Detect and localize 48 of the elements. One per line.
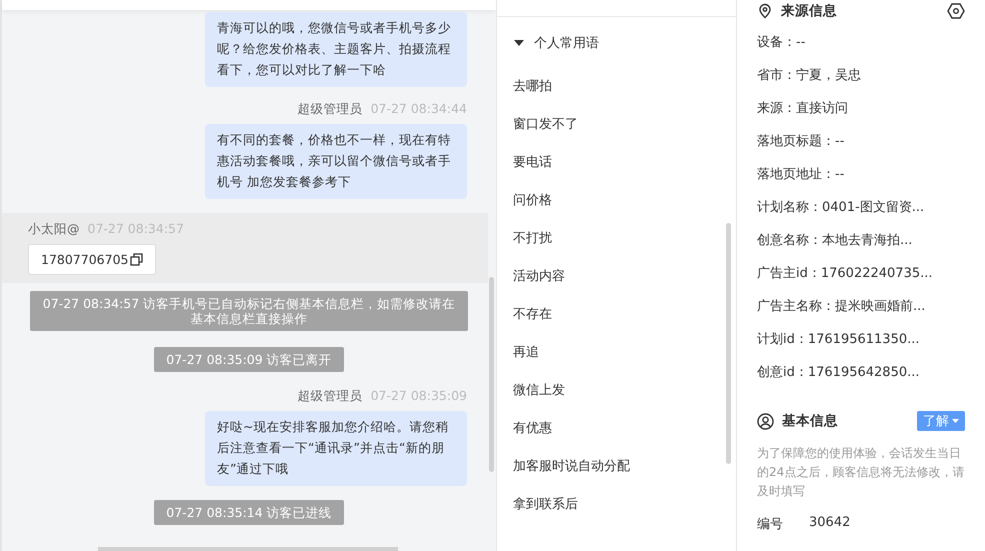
section-title: 来源信息 [781,2,837,20]
user-circle-icon [757,412,774,430]
phrase-item[interactable]: 加客服时说自动分配 [513,455,736,493]
system-notice: 07-27 08:35:14 访客已进线 [154,500,344,525]
scrollbar-thumb[interactable] [726,223,731,464]
phrase-item[interactable]: 活动内容 [513,265,736,303]
location-pin-icon [757,3,773,19]
field-label: 编号 [757,516,783,533]
caret-down-icon [514,39,524,47]
settings-icon[interactable] [947,3,965,19]
phrase-item[interactable]: 再追 [513,341,736,379]
info-field: 广告主id：176022240735... [757,257,965,290]
info-field: 计划id：176195611350... [757,323,965,356]
sender-name: 小太阳@ [28,221,80,238]
info-field: 计划名称：0401-图文留资... [757,191,965,224]
info-field: 落地页地址：-- [757,158,965,191]
phone-number: 17807706705 [41,252,128,267]
copy-icon[interactable] [130,253,144,266]
system-notice: 07-27 08:34:57 访客手机号已自动标记右侧基本信息栏，如需修改请在基本信息栏直接操作 [30,291,468,331]
info-field: 设备：-- [757,26,965,59]
message-time: 07-27 08:35:09 [370,388,467,405]
system-notice: 07-27 08:35:09 访客已离开 [154,347,344,372]
phrase-item[interactable]: 不打扰 [513,227,736,265]
message-bubble: 青海可以的哦，您微信号或者手机号多少呢？给您发价格表、主题客片、拍摄流程看下，您可以对比了解一下哈 [205,12,467,87]
info-field: 广告主名称：提米映画婚前... [757,290,965,323]
notice-text: 为了保障您的使用体验，会话发生当日的24点之后，顾客信息将无法修改，请及时填写 [757,445,965,500]
message-bubble: 好哒~现在安排客服加您介绍哈。请您稍后注意查看一下“通讯录”并点击“新的朋友”通过下哦 [205,411,467,486]
caret-down-icon [952,418,959,424]
phrase-item[interactable]: 有优惠 [513,417,736,455]
section-title: 基本信息 [782,412,838,430]
field-value: 30642 [809,515,850,532]
info-field: 落地页标题：-- [757,125,965,158]
message-time: 07-27 08:34:44 [370,101,467,118]
phrase-item[interactable]: 去哪拍 [513,75,736,113]
info-field: 创意名称：本地去青海拍... [757,224,965,257]
sender-name: 超级管理员 [298,388,363,405]
phrase-item[interactable]: 窗口发不了 [513,113,736,151]
message-bubble: 有不同的套餐，价格也不一样，现在有特惠活动套餐哦，亲可以留个微信号或者手机号 加您发套餐参考下 [205,124,467,199]
info-field: 省市：宁夏，吴忠 [757,59,965,92]
phrase-item[interactable]: 拿到联系后 [513,493,736,531]
phrase-item[interactable]: 不存在 [513,303,736,341]
phrase-item[interactable]: 问价格 [513,189,736,227]
scrollbar-thumb[interactable] [489,277,494,472]
info-field: 来源：直接访问 [757,92,965,125]
info-field: 创意id：176195642850... [757,356,965,389]
phrase-item[interactable]: 微信上发 [513,379,736,417]
sender-name: 超级管理员 [298,101,363,118]
phrase-item[interactable]: 要电话 [513,151,736,189]
